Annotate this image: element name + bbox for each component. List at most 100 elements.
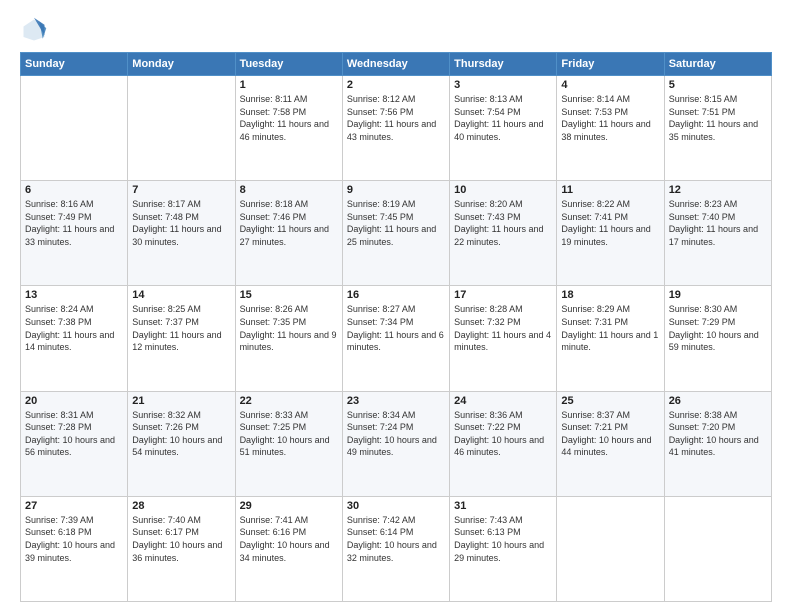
day-info: Sunrise: 7:42 AM Sunset: 6:14 PM Dayligh… (347, 514, 445, 564)
day-number: 17 (454, 289, 552, 301)
day-info: Sunrise: 8:15 AM Sunset: 7:51 PM Dayligh… (669, 93, 767, 143)
day-number: 3 (454, 79, 552, 91)
day-number: 30 (347, 500, 445, 512)
calendar-cell: 7 Sunrise: 8:17 AM Sunset: 7:48 PM Daylig… (128, 181, 235, 286)
day-number: 29 (240, 500, 338, 512)
calendar-cell: 29Sunrise: 7:41 AM Sunset: 6:16 PM Dayli… (235, 496, 342, 601)
day-info: Sunrise: 8:27 AM Sunset: 7:34 PM Dayligh… (347, 303, 445, 353)
weekday-header-tuesday: Tuesday (235, 53, 342, 76)
day-number: 4 (561, 79, 659, 91)
day-info: Sunrise: 8:30 AM Sunset: 7:29 PM Dayligh… (669, 303, 767, 353)
day-info: Sunrise: 8:18 AM Sunset: 7:46 PM Dayligh… (240, 198, 338, 248)
day-number: 14 (132, 289, 230, 301)
calendar-cell: 16 Sunrise: 8:27 AM Sunset: 7:34 PM Dayli… (342, 286, 449, 391)
calendar-cell: 25Sunrise: 8:37 AM Sunset: 7:21 PM Dayli… (557, 391, 664, 496)
day-number: 27 (25, 500, 123, 512)
calendar-cell: 14 Sunrise: 8:25 AM Sunset: 7:37 PM Dayli… (128, 286, 235, 391)
calendar-cell: 24 Sunrise: 8:36 AM Sunset: 7:22 PM Dayli… (450, 391, 557, 496)
weekday-header-wednesday: Wednesday (342, 53, 449, 76)
day-number: 24 (454, 395, 552, 407)
calendar-table: SundayMondayTuesdayWednesdayThursdayFrid… (20, 52, 772, 602)
header (20, 16, 772, 44)
calendar-cell: 31 Sunrise: 7:43 AM Sunset: 6:13 PM Dayli… (450, 496, 557, 601)
day-info: Sunrise: 8:13 AM Sunset: 7:54 PM Dayligh… (454, 93, 552, 143)
day-number: 6 (25, 184, 123, 196)
calendar-cell: 23 Sunrise: 8:34 AM Sunset: 7:24 PM Dayli… (342, 391, 449, 496)
day-info: Sunrise: 8:37 AM Sunset: 7:21 PM Dayligh… (561, 409, 659, 459)
day-info: Sunrise: 8:31 AM Sunset: 7:28 PM Dayligh… (25, 409, 123, 459)
day-info: Sunrise: 8:17 AM Sunset: 7:48 PM Dayligh… (132, 198, 230, 248)
calendar-cell: 9 Sunrise: 8:19 AM Sunset: 7:45 PM Daylig… (342, 181, 449, 286)
calendar-cell: 6 Sunrise: 8:16 AM Sunset: 7:49 PM Daylig… (21, 181, 128, 286)
day-info: Sunrise: 8:25 AM Sunset: 7:37 PM Dayligh… (132, 303, 230, 353)
calendar-cell (128, 76, 235, 181)
weekday-header-sunday: Sunday (21, 53, 128, 76)
day-number: 1 (240, 79, 338, 91)
logo (20, 16, 52, 44)
day-info: Sunrise: 8:38 AM Sunset: 7:20 PM Dayligh… (669, 409, 767, 459)
calendar-week-row: 27Sunrise: 7:39 AM Sunset: 6:18 PM Dayli… (21, 496, 772, 601)
weekday-header-monday: Monday (128, 53, 235, 76)
calendar-cell: 27Sunrise: 7:39 AM Sunset: 6:18 PM Dayli… (21, 496, 128, 601)
calendar-cell: 13 Sunrise: 8:24 AM Sunset: 7:38 PM Dayli… (21, 286, 128, 391)
calendar-cell: 18 Sunrise: 8:29 AM Sunset: 7:31 PM Dayli… (557, 286, 664, 391)
calendar-cell: 15 Sunrise: 8:26 AM Sunset: 7:35 PM Dayli… (235, 286, 342, 391)
calendar-cell: 30 Sunrise: 7:42 AM Sunset: 6:14 PM Dayli… (342, 496, 449, 601)
day-number: 21 (132, 395, 230, 407)
day-info: Sunrise: 8:33 AM Sunset: 7:25 PM Dayligh… (240, 409, 338, 459)
day-number: 19 (669, 289, 767, 301)
weekday-header-thursday: Thursday (450, 53, 557, 76)
day-number: 18 (561, 289, 659, 301)
calendar-cell: 10 Sunrise: 8:20 AM Sunset: 7:43 PM Dayli… (450, 181, 557, 286)
calendar-cell (664, 496, 771, 601)
day-number: 26 (669, 395, 767, 407)
day-info: Sunrise: 8:12 AM Sunset: 7:56 PM Dayligh… (347, 93, 445, 143)
day-info: Sunrise: 8:11 AM Sunset: 7:58 PM Dayligh… (240, 93, 338, 143)
day-info: Sunrise: 8:29 AM Sunset: 7:31 PM Dayligh… (561, 303, 659, 353)
day-info: Sunrise: 8:32 AM Sunset: 7:26 PM Dayligh… (132, 409, 230, 459)
day-number: 2 (347, 79, 445, 91)
day-info: Sunrise: 8:26 AM Sunset: 7:35 PM Dayligh… (240, 303, 338, 353)
calendar-cell: 5 Sunrise: 8:15 AM Sunset: 7:51 PM Daylig… (664, 76, 771, 181)
day-number: 11 (561, 184, 659, 196)
calendar-cell: 11 Sunrise: 8:22 AM Sunset: 7:41 PM Dayli… (557, 181, 664, 286)
day-info: Sunrise: 8:16 AM Sunset: 7:49 PM Dayligh… (25, 198, 123, 248)
day-number: 13 (25, 289, 123, 301)
calendar-page: SundayMondayTuesdayWednesdayThursdayFrid… (0, 0, 792, 612)
calendar-cell: 3 Sunrise: 8:13 AM Sunset: 7:54 PM Daylig… (450, 76, 557, 181)
day-info: Sunrise: 8:20 AM Sunset: 7:43 PM Dayligh… (454, 198, 552, 248)
day-number: 10 (454, 184, 552, 196)
day-number: 16 (347, 289, 445, 301)
day-info: Sunrise: 8:19 AM Sunset: 7:45 PM Dayligh… (347, 198, 445, 248)
day-number: 23 (347, 395, 445, 407)
day-number: 9 (347, 184, 445, 196)
day-number: 20 (25, 395, 123, 407)
day-number: 8 (240, 184, 338, 196)
day-info: Sunrise: 8:14 AM Sunset: 7:53 PM Dayligh… (561, 93, 659, 143)
calendar-cell: 4 Sunrise: 8:14 AM Sunset: 7:53 PM Daylig… (557, 76, 664, 181)
day-info: Sunrise: 7:40 AM Sunset: 6:17 PM Dayligh… (132, 514, 230, 564)
calendar-cell: 22 Sunrise: 8:33 AM Sunset: 7:25 PM Dayli… (235, 391, 342, 496)
day-info: Sunrise: 8:22 AM Sunset: 7:41 PM Dayligh… (561, 198, 659, 248)
day-number: 7 (132, 184, 230, 196)
day-number: 22 (240, 395, 338, 407)
day-number: 12 (669, 184, 767, 196)
day-info: Sunrise: 8:23 AM Sunset: 7:40 PM Dayligh… (669, 198, 767, 248)
calendar-cell: 8 Sunrise: 8:18 AM Sunset: 7:46 PM Daylig… (235, 181, 342, 286)
weekday-header-saturday: Saturday (664, 53, 771, 76)
calendar-cell: 12 Sunrise: 8:23 AM Sunset: 7:40 PM Dayli… (664, 181, 771, 286)
calendar-week-row: 20 Sunrise: 8:31 AM Sunset: 7:28 PM Dayli… (21, 391, 772, 496)
calendar-cell (21, 76, 128, 181)
day-number: 5 (669, 79, 767, 91)
day-info: Sunrise: 8:34 AM Sunset: 7:24 PM Dayligh… (347, 409, 445, 459)
day-info: Sunrise: 8:36 AM Sunset: 7:22 PM Dayligh… (454, 409, 552, 459)
day-number: 15 (240, 289, 338, 301)
day-info: Sunrise: 7:43 AM Sunset: 6:13 PM Dayligh… (454, 514, 552, 564)
day-number: 31 (454, 500, 552, 512)
weekday-header-friday: Friday (557, 53, 664, 76)
calendar-cell: 20 Sunrise: 8:31 AM Sunset: 7:28 PM Dayli… (21, 391, 128, 496)
calendar-cell: 26 Sunrise: 8:38 AM Sunset: 7:20 PM Dayli… (664, 391, 771, 496)
calendar-week-row: 13 Sunrise: 8:24 AM Sunset: 7:38 PM Dayli… (21, 286, 772, 391)
calendar-cell (557, 496, 664, 601)
day-info: Sunrise: 8:24 AM Sunset: 7:38 PM Dayligh… (25, 303, 123, 353)
